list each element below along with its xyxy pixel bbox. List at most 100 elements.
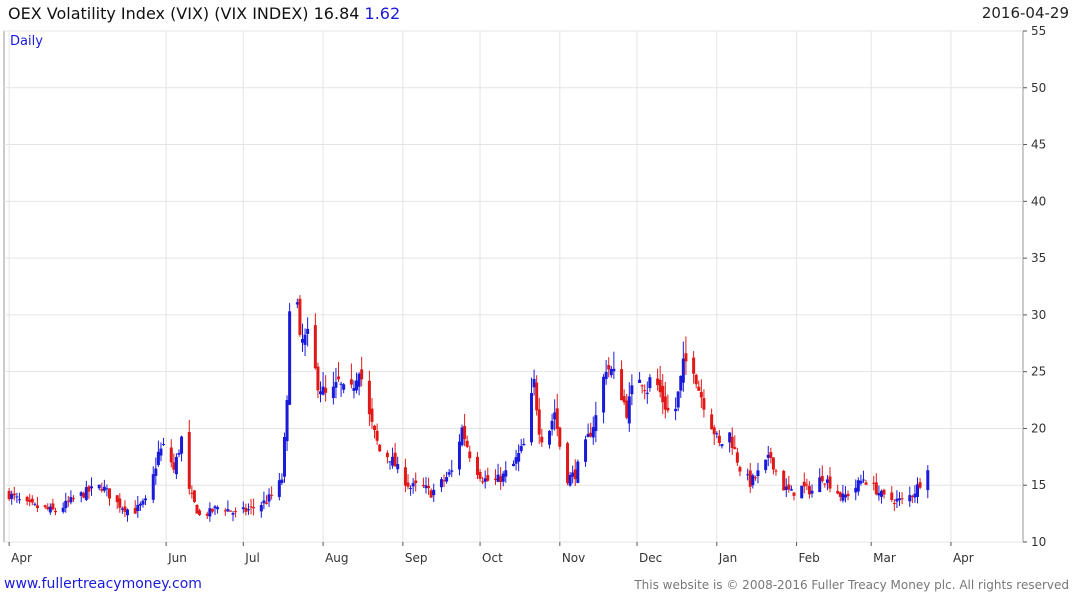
candle-body <box>403 467 407 486</box>
candle-body <box>769 452 773 459</box>
candle-body <box>663 396 667 410</box>
candle-body <box>674 408 678 412</box>
candle-body <box>859 480 863 484</box>
candle-body <box>486 475 490 481</box>
candle-body <box>661 385 665 403</box>
candle-body <box>7 490 11 500</box>
candle-body <box>465 440 469 447</box>
candle-body <box>234 511 238 513</box>
candle-body <box>108 488 112 499</box>
candle-body <box>638 379 642 383</box>
x-tick-label: Jan <box>718 551 738 565</box>
candle-body <box>46 506 50 510</box>
candle-body <box>71 498 75 500</box>
candle-body <box>694 374 698 385</box>
candle-body <box>571 472 575 477</box>
candle-body <box>406 482 410 487</box>
candle-body <box>223 510 227 512</box>
candle-body <box>15 496 19 498</box>
candle-body <box>393 452 397 467</box>
site-link[interactable]: www.fullertreacymoney.com <box>4 576 202 592</box>
candle-body <box>512 463 515 467</box>
candle-body <box>331 386 335 399</box>
candle-body <box>843 494 847 498</box>
candle-body <box>295 302 299 305</box>
candle-body <box>89 486 93 489</box>
candle-body <box>496 474 500 482</box>
candle-body <box>97 484 101 489</box>
candle-body <box>385 452 389 458</box>
candle-body <box>475 456 479 475</box>
candle-body <box>728 432 732 443</box>
candle-body <box>609 368 613 376</box>
candle-body <box>620 369 624 401</box>
candle-body <box>735 452 739 463</box>
candle-body <box>692 357 696 374</box>
candle-body <box>169 447 173 463</box>
candle-body <box>748 470 752 487</box>
candle-body <box>872 482 876 484</box>
candle-body <box>303 334 307 345</box>
candle-body <box>782 470 786 491</box>
candle-body <box>733 447 737 449</box>
candle-body <box>17 499 21 501</box>
candle-body <box>519 446 523 452</box>
candle-body <box>79 492 83 496</box>
candle-body <box>699 391 703 398</box>
candle-body <box>532 379 536 388</box>
candle-body <box>102 486 106 491</box>
candle-body <box>61 507 65 512</box>
candle-body <box>568 474 572 486</box>
candle-body <box>429 490 433 498</box>
candle-body <box>414 480 418 484</box>
candle-body <box>645 392 649 395</box>
candle-body <box>504 470 508 477</box>
candle-body <box>316 366 320 391</box>
candle-body <box>607 365 611 370</box>
candle-body <box>159 448 163 456</box>
candle-body <box>162 443 166 445</box>
candle-body <box>566 443 570 484</box>
candle-body <box>890 492 894 500</box>
candle-body <box>421 484 425 486</box>
candle-body <box>648 377 652 389</box>
candle-body <box>457 441 461 470</box>
candle-body <box>252 507 256 509</box>
candle-body <box>355 380 359 391</box>
candle-body <box>900 498 904 500</box>
candle-body <box>267 494 271 502</box>
candle-body <box>198 510 202 516</box>
candle-body <box>51 503 55 510</box>
candle-body <box>118 498 122 508</box>
candle-body <box>828 476 832 489</box>
candle-body <box>195 504 199 514</box>
candle-body <box>30 498 34 503</box>
candle-body <box>501 473 505 482</box>
candle-body <box>877 493 881 496</box>
candle-body <box>334 382 338 388</box>
candle-body <box>460 427 464 446</box>
candle-body <box>319 391 323 395</box>
candle-body <box>478 471 482 479</box>
candle-body <box>861 479 865 481</box>
candle-body <box>481 481 485 483</box>
candle-body <box>375 430 379 441</box>
candle-body <box>864 482 868 485</box>
candle-body <box>771 457 775 470</box>
candle-body <box>216 507 220 510</box>
candle-body <box>115 495 119 503</box>
candle-body <box>339 383 343 385</box>
candle-body <box>882 489 886 495</box>
candle-body <box>190 492 194 494</box>
candle-body <box>25 496 29 502</box>
candle-body <box>226 509 230 512</box>
candle-body <box>349 379 353 385</box>
candle-body <box>445 477 449 482</box>
period-label: Daily <box>10 34 43 49</box>
candle-body <box>138 503 142 506</box>
candle-body <box>324 387 328 393</box>
x-tick-label: Aug <box>325 551 348 565</box>
candle-body <box>676 391 680 408</box>
candle-body <box>764 459 768 471</box>
candle-body <box>658 379 662 393</box>
